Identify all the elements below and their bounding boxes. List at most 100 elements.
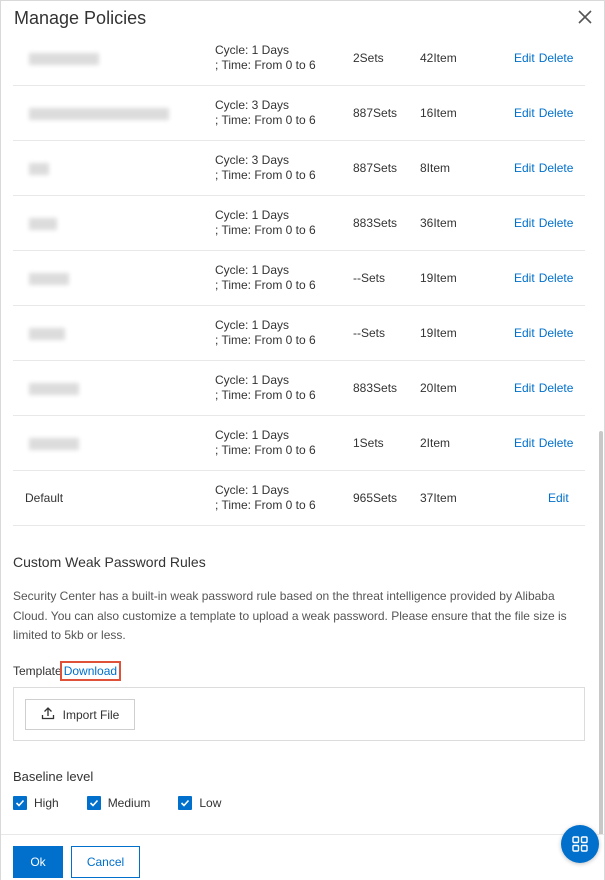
row-actions: Edit <box>548 491 569 505</box>
scrollbar-thumb[interactable] <box>599 431 603 871</box>
table-row: Cycle: 1 Days; Time: From 0 to 6 --Sets … <box>13 306 585 361</box>
delete-link[interactable]: Delete <box>539 161 574 175</box>
table-row: Cycle: 1 Days; Time: From 0 to 6 1Sets 2… <box>13 416 585 471</box>
checkbox-low[interactable]: Low <box>178 796 221 810</box>
table-row: Cycle: 1 Days; Time: From 0 to 6 --Sets … <box>13 251 585 306</box>
check-icon <box>13 796 27 810</box>
sets-cell: 887Sets <box>353 161 398 175</box>
cycle-cell: Cycle: 3 Days; Time: From 0 to 6 <box>215 153 316 182</box>
weak-password-description: Security Center has a built-in weak pass… <box>13 589 567 642</box>
cycle-cell: Cycle: 1 Days; Time: From 0 to 6 <box>215 483 316 512</box>
cycle-cell: Cycle: 1 Days; Time: From 0 to 6 <box>215 428 316 457</box>
import-file-button[interactable]: Import File <box>25 699 135 730</box>
policies-table: Cycle: 1 Days; Time: From 0 to 6 2Sets 4… <box>13 31 585 526</box>
checkbox-label: Medium <box>107 796 151 810</box>
table-row: Default Cycle: 1 Days; Time: From 0 to 6… <box>13 471 585 526</box>
delete-link[interactable]: Delete <box>539 326 574 340</box>
sets-cell: 883Sets <box>353 381 398 395</box>
row-actions: Edit Delete <box>514 51 573 65</box>
cycle-cell: Cycle: 1 Days; Time: From 0 to 6 <box>215 263 316 292</box>
redacted-policy-name <box>29 273 69 285</box>
check-icon <box>86 796 101 810</box>
delete-link[interactable]: Delete <box>539 436 574 450</box>
edit-link[interactable]: Edit <box>514 326 535 340</box>
dialog-footer: Ok Cancel <box>1 834 604 880</box>
edit-link[interactable]: Edit <box>514 161 535 175</box>
cycle-cell: Cycle: 3 Days; Time: From 0 to 6 <box>215 98 316 127</box>
items-cell: 20Item <box>420 381 457 395</box>
edit-link[interactable]: Edit <box>514 51 535 65</box>
sets-cell: 2Sets <box>353 51 384 65</box>
sets-cell: 887Sets <box>353 106 398 120</box>
manage-policies-dialog: Cycle: 1 Days; Time: From 0 to 6 2Sets 4… <box>0 0 605 880</box>
dialog-header: Manage Policies <box>1 1 604 41</box>
sets-cell: 1Sets <box>353 436 384 450</box>
checkbox-label: Low <box>199 796 222 810</box>
items-cell: 2Item <box>420 436 451 450</box>
redacted-policy-name <box>29 163 49 175</box>
delete-link[interactable]: Delete <box>539 381 574 395</box>
cycle-cell: Cycle: 1 Days; Time: From 0 to 6 <box>215 43 316 72</box>
baseline-checkbox-group: High Medium Low <box>13 796 249 810</box>
ok-button[interactable]: Ok <box>13 846 63 878</box>
upload-icon <box>41 706 55 723</box>
edit-link[interactable]: Edit <box>514 216 535 230</box>
dialog-title: Manage Policies <box>14 8 147 28</box>
table-row: Cycle: 3 Days; Time: From 0 to 6 887Sets… <box>13 86 585 141</box>
table-row: Cycle: 1 Days; Time: From 0 to 6 883Sets… <box>13 196 585 251</box>
cancel-button[interactable]: Cancel <box>71 846 140 878</box>
items-cell: 37Item <box>420 491 457 505</box>
check-icon <box>178 796 193 810</box>
redacted-policy-name <box>29 328 65 340</box>
upload-area: Import File <box>13 687 585 741</box>
redacted-policy-name <box>29 438 79 450</box>
redacted-policy-name <box>29 218 57 230</box>
cycle-cell: Cycle: 1 Days; Time: From 0 to 6 <box>215 208 316 237</box>
items-cell: 19Item <box>420 326 457 340</box>
sets-cell: --Sets <box>353 326 386 340</box>
grid-apps-icon[interactable] <box>561 825 599 863</box>
baseline-level-title: Baseline level <box>13 769 94 784</box>
checkbox-medium[interactable]: Medium <box>86 796 151 810</box>
delete-link[interactable]: Delete <box>539 271 574 285</box>
edit-link[interactable]: Edit <box>548 491 569 505</box>
delete-link[interactable]: Delete <box>539 106 574 120</box>
items-cell: 8Item <box>420 161 451 175</box>
row-actions: Edit Delete <box>514 161 573 175</box>
import-file-label: Import File <box>62 707 120 722</box>
close-icon[interactable] <box>576 8 594 26</box>
cycle-cell: Cycle: 1 Days; Time: From 0 to 6 <box>215 373 316 402</box>
sets-cell: 883Sets <box>353 216 398 230</box>
redacted-policy-name <box>29 108 169 120</box>
row-actions: Edit Delete <box>514 271 573 285</box>
checkbox-high[interactable]: High <box>13 796 59 810</box>
delete-link[interactable]: Delete <box>539 51 574 65</box>
items-cell: 42Item <box>420 51 457 65</box>
sets-cell: 965Sets <box>353 491 398 505</box>
items-cell: 19Item <box>420 271 457 285</box>
template-row: Template Download <box>13 661 122 681</box>
row-actions: Edit Delete <box>514 436 573 450</box>
template-label: Template <box>13 664 62 678</box>
edit-link[interactable]: Edit <box>514 436 535 450</box>
edit-link[interactable]: Edit <box>514 106 535 120</box>
table-row: Cycle: 1 Days; Time: From 0 to 6 883Sets… <box>13 361 585 416</box>
cycle-cell: Cycle: 1 Days; Time: From 0 to 6 <box>215 318 316 347</box>
row-actions: Edit Delete <box>514 326 573 340</box>
delete-link[interactable]: Delete <box>539 216 574 230</box>
scrollbar[interactable] <box>598 41 604 871</box>
weak-password-title: Custom Weak Password Rules <box>13 554 206 570</box>
policy-name: Default <box>25 491 64 505</box>
download-link[interactable]: Download <box>59 661 122 681</box>
items-cell: 16Item <box>420 106 457 120</box>
edit-link[interactable]: Edit <box>514 271 535 285</box>
sets-cell: --Sets <box>353 271 386 285</box>
items-cell: 36Item <box>420 216 457 230</box>
checkbox-label: High <box>34 796 59 810</box>
row-actions: Edit Delete <box>514 216 573 230</box>
table-row: Cycle: 3 Days; Time: From 0 to 6 887Sets… <box>13 141 585 196</box>
edit-link[interactable]: Edit <box>514 381 535 395</box>
redacted-policy-name <box>29 383 79 395</box>
row-actions: Edit Delete <box>514 106 573 120</box>
row-actions: Edit Delete <box>514 381 573 395</box>
